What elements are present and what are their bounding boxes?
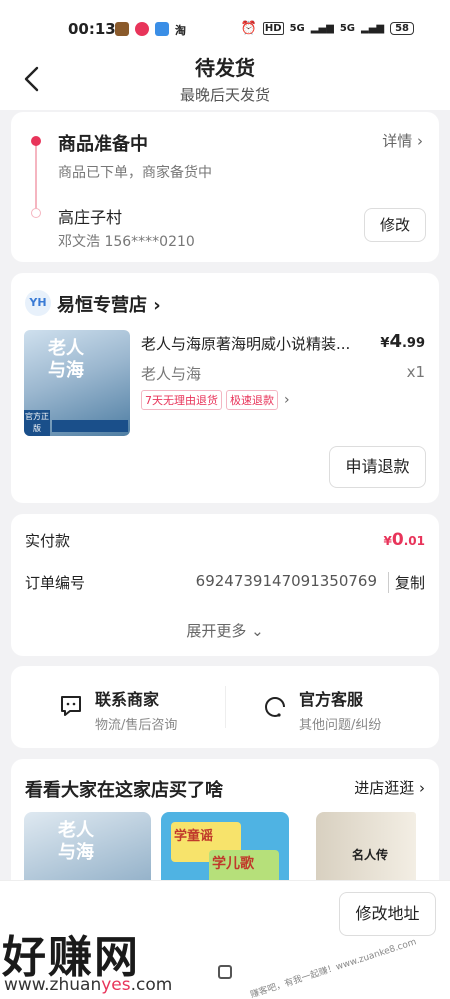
timeline-active-dot — [31, 136, 41, 146]
red-app-icon — [135, 22, 149, 36]
game-app-icon — [115, 22, 129, 36]
order-status-title: 商品准备中 — [58, 134, 148, 155]
paid-label: 实付款 — [25, 532, 71, 550]
recommend-title: 看看大家在这家店买了啥 — [25, 780, 223, 801]
product-title[interactable]: 老人与海原著海明威小说精装... — [141, 333, 377, 354]
recommend-item-title: 老人 与海 — [58, 820, 94, 863]
expand-more-button[interactable]: 展开更多 ⌄ — [11, 620, 439, 641]
watermark-url: www.zhuanyes.com — [4, 975, 173, 995]
taobao-app-icon: 淘 — [175, 24, 186, 37]
product-image[interactable]: 老人 与海 官方正版 — [24, 330, 130, 436]
product-price: ¥4.99 — [380, 331, 425, 352]
page-subtitle: 最晚后天发货 — [179, 86, 270, 104]
blue-app-icon — [155, 22, 169, 36]
watermark-stamp: 赚客吧，有我一起赚！www.zuanke8.com — [249, 937, 418, 999]
battery-indicator: 58 — [390, 22, 414, 35]
official-support-sub: 其他问题/纠纷 — [299, 718, 382, 733]
paid-amount: ¥0.01 — [383, 530, 425, 550]
alarm-icon: ⏰ — [240, 21, 257, 36]
official-badge: 官方正版 — [24, 410, 50, 436]
status-detail-link[interactable]: 详情 › — [382, 130, 423, 151]
signal-1: 5G — [289, 23, 305, 34]
request-refund-button[interactable]: 申请退款 — [329, 446, 426, 488]
shop-logo: YH — [25, 290, 51, 316]
service-tags[interactable]: 7天无理由退货 极速退款 › — [141, 390, 290, 410]
official-support-button[interactable]: 官方客服 其他问题/纠纷 — [261, 686, 381, 733]
tag-fast-refund: 极速退款 — [226, 390, 278, 410]
contact-seller-button[interactable]: 联系商家 物流/售后咨询 — [57, 686, 177, 733]
payment-card: 实付款 ¥0.01 订单编号 6924739147091350769 复制 展开… — [11, 514, 439, 656]
product-card: YH 易恒专营店 › 老人 与海 官方正版 老人与海原著海明威小说精装... ¥… — [11, 273, 439, 503]
official-support-title: 官方客服 — [299, 690, 364, 709]
timeline-line — [35, 142, 37, 212]
headset-icon — [265, 697, 285, 717]
service-card: 联系商家 物流/售后咨询 官方客服 其他问题/纠纷 — [11, 666, 439, 748]
visit-shop-link[interactable]: 进店逛逛 › — [354, 777, 425, 798]
cover-strip — [52, 420, 128, 432]
divider — [225, 686, 226, 728]
order-number-label: 订单编号 — [25, 574, 86, 592]
system-indicators: ⏰ HD 5G ▂▄▆ 5G ▂▄▆ 58 — [241, 21, 414, 36]
tag-7day-return: 7天无理由退货 — [141, 390, 222, 410]
status-time: 00:13 — [68, 20, 116, 38]
page-header: 待发货 最晚后天发货 — [0, 40, 450, 110]
timeline-address-dot — [31, 208, 41, 218]
chat-icon — [61, 696, 81, 716]
address-name: 高庄子村 — [58, 208, 123, 227]
product-image-title: 老人 与海 — [48, 338, 84, 381]
recipient-info: 邓文浩 156****0210 — [58, 234, 195, 250]
modify-address-button[interactable]: 修改地址 — [339, 892, 436, 936]
copy-button[interactable]: 复制 — [387, 572, 425, 593]
signal-icon: ▂▄▆ — [361, 23, 385, 34]
contact-seller-title: 联系商家 — [95, 690, 160, 709]
chevron-right-icon: › — [284, 392, 290, 408]
order-status-card: 商品准备中 商品已下单，商家备货中 详情 › 高庄子村 邓文浩 156****0… — [11, 112, 439, 262]
order-number: 6924739147091350769 — [195, 572, 377, 590]
home-indicator[interactable] — [218, 965, 232, 979]
product-spec: 老人与海 — [141, 365, 202, 383]
status-bar: 00:13 淘 ⏰ HD 5G ▂▄▆ 5G ▂▄▆ 58 — [0, 0, 450, 40]
product-quantity: x1 — [406, 363, 425, 381]
contact-seller-sub: 物流/售后咨询 — [95, 718, 178, 733]
hd-badge: HD — [262, 22, 284, 35]
bottom-bar: 修改地址 好赚网 www.zhuanyes.com 赚客吧，有我一起赚！www.… — [0, 880, 450, 999]
page-title: 待发货 — [195, 56, 255, 80]
shop-name-link[interactable]: 易恒专营店 › — [57, 291, 161, 317]
modify-button[interactable]: 修改 — [364, 208, 426, 242]
signal-icon: ▂▄▆ — [310, 23, 334, 34]
notification-icons: 淘 — [115, 22, 186, 38]
signal-2: 5G — [339, 23, 355, 34]
order-status-desc: 商品已下单，商家备货中 — [58, 165, 212, 181]
